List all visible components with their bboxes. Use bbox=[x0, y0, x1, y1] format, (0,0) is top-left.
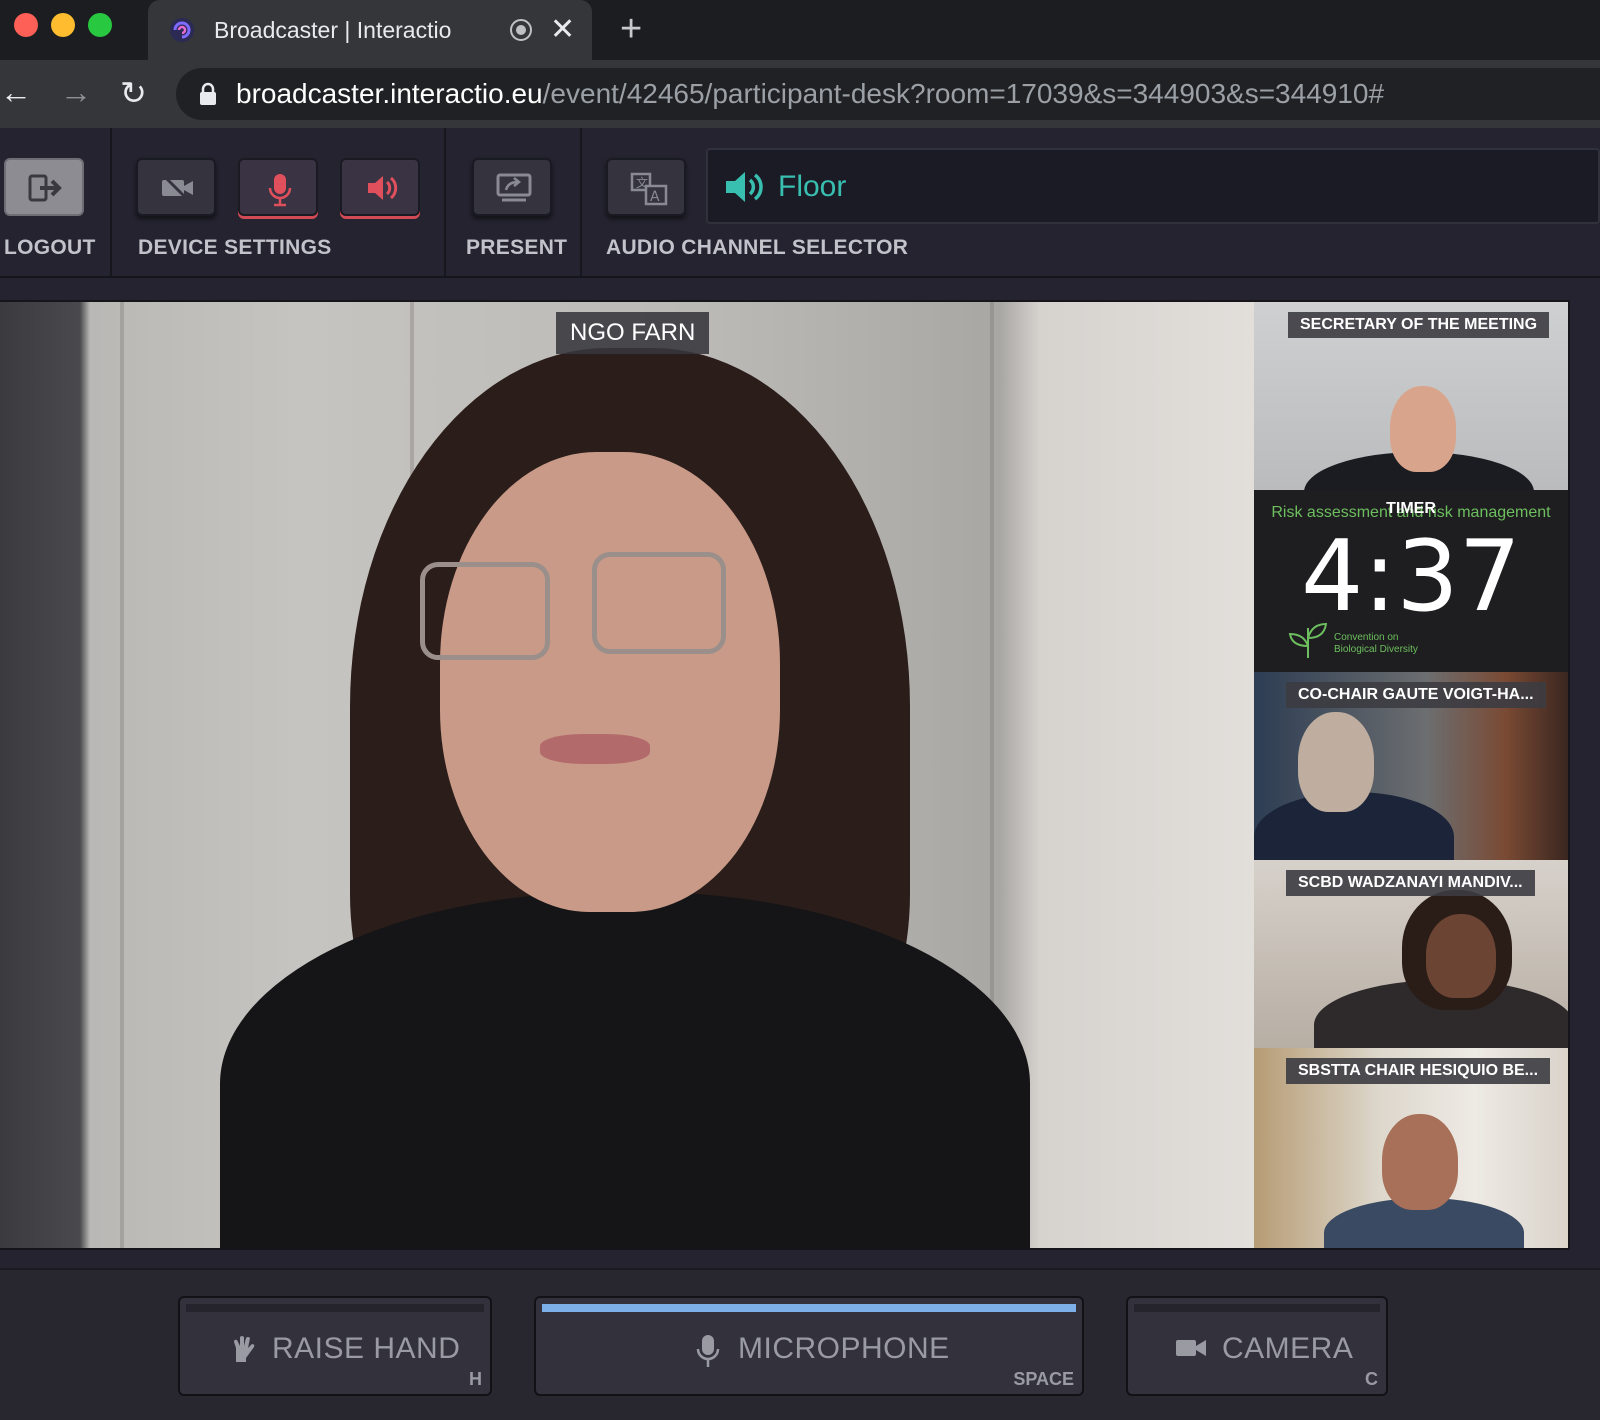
interactio-logo-icon bbox=[170, 18, 194, 42]
participant-tile[interactable]: CO-CHAIR GAUTE VOIGT-HA... bbox=[1254, 672, 1568, 860]
url-path: /event/42465/participant-desk?room=17039… bbox=[542, 78, 1385, 109]
main-speaker-video[interactable]: NGO FARN bbox=[0, 302, 1254, 1248]
close-window-button[interactable] bbox=[14, 13, 38, 37]
microphone-icon bbox=[268, 174, 292, 207]
screen-share-icon bbox=[496, 173, 532, 202]
participant-tile[interactable]: SECRETARY OF THE MEETING bbox=[1254, 302, 1568, 490]
glasses-left bbox=[420, 562, 550, 660]
speaker-face bbox=[440, 452, 780, 912]
translate-icon: 文 A bbox=[630, 172, 668, 206]
minimize-window-button[interactable] bbox=[51, 13, 75, 37]
cbd-logo-text: Convention on Biological Diversity bbox=[1334, 632, 1418, 655]
participant-tile[interactable]: SBSTTA CHAIR HESIQUIO BE... bbox=[1254, 1048, 1568, 1248]
camera-shortcut: C bbox=[1365, 1369, 1378, 1389]
back-arrow-icon[interactable]: ← bbox=[0, 74, 32, 111]
microphone-shortcut: SPACE bbox=[1013, 1369, 1074, 1389]
participant-head bbox=[1426, 914, 1496, 998]
url-host: broadcaster.interactio.eu bbox=[236, 78, 543, 109]
url-text: broadcaster.interactio.eu/event/42465/pa… bbox=[236, 78, 1384, 110]
participant-head bbox=[1298, 712, 1374, 812]
raise-hand-label: RAISE HAND bbox=[272, 1332, 461, 1365]
audio-channel-selector[interactable]: Floor bbox=[706, 148, 1600, 224]
timer-tile: Risk assessment and risk management TIME… bbox=[1254, 490, 1568, 672]
toolbar-divider bbox=[580, 128, 582, 276]
raise-hand-indicator bbox=[186, 1304, 484, 1312]
logout-button[interactable] bbox=[4, 158, 84, 216]
app-toolbar: LOGOUT DEVICE SETTINGS PRESENT 文 A AUDIO… bbox=[0, 128, 1600, 278]
new-tab-icon[interactable]: + bbox=[620, 8, 642, 51]
microphone-button[interactable]: MICROPHONE SPACE bbox=[534, 1296, 1084, 1396]
logout-icon bbox=[28, 174, 62, 202]
camera-indicator bbox=[1134, 1304, 1380, 1312]
action-bar: RAISE HAND H MICROPHONE SPACE CAMERA C bbox=[0, 1268, 1600, 1420]
close-tab-icon[interactable]: ✕ bbox=[550, 12, 575, 47]
audio-channel-label: AUDIO CHANNEL SELECTOR bbox=[606, 236, 909, 259]
participant-head bbox=[1382, 1114, 1458, 1210]
participant-name-tag: SCBD WADZANAYI MANDIV... bbox=[1286, 870, 1535, 896]
participant-sidebar: SECRETARY OF THE MEETING Risk assessment… bbox=[1254, 302, 1568, 1248]
microphone-icon bbox=[696, 1335, 720, 1367]
camera-button[interactable]: CAMERA C bbox=[1126, 1296, 1388, 1396]
video-camera-icon bbox=[1176, 1340, 1206, 1356]
forward-arrow-icon[interactable]: → bbox=[60, 74, 92, 111]
channel-name: Floor bbox=[778, 170, 847, 203]
glasses-right bbox=[592, 552, 726, 654]
video-stage: NGO FARN SECRETARY OF THE MEETING Risk a… bbox=[0, 300, 1570, 1250]
participant-name-tag: SECRETARY OF THE MEETING bbox=[1288, 312, 1550, 338]
present-label: PRESENT bbox=[466, 236, 568, 259]
cbd-leaf-logo-icon bbox=[1288, 622, 1328, 658]
svg-text:A: A bbox=[650, 189, 660, 205]
translation-button[interactable]: 文 A bbox=[606, 158, 686, 216]
speaker-volume-icon bbox=[726, 172, 763, 202]
speaker-body bbox=[220, 892, 1030, 1248]
recording-indicator-icon bbox=[510, 19, 532, 41]
browser-tab-bar: Broadcaster | Interactio ✕ + bbox=[0, 0, 1600, 60]
background-detail bbox=[120, 302, 124, 1248]
toolbar-divider bbox=[110, 128, 112, 276]
raise-hand-shortcut: H bbox=[469, 1369, 482, 1389]
tab-title: Broadcaster | Interactio bbox=[214, 17, 452, 43]
logout-label: LOGOUT bbox=[4, 236, 96, 259]
microphone-toggle-button[interactable] bbox=[238, 158, 318, 216]
microphone-label: MICROPHONE bbox=[738, 1332, 950, 1365]
participant-tile[interactable]: SCBD WADZANAYI MANDIV... bbox=[1254, 860, 1568, 1048]
camera-off-icon bbox=[162, 174, 193, 202]
maximize-window-button[interactable] bbox=[88, 13, 112, 37]
raise-hand-button[interactable]: RAISE HAND H bbox=[178, 1296, 492, 1396]
speaker-mouth bbox=[540, 734, 650, 764]
participant-name-tag: SBSTTA CHAIR HESIQUIO BE... bbox=[1286, 1058, 1551, 1084]
microphone-active-indicator bbox=[542, 1304, 1076, 1312]
lock-icon bbox=[200, 82, 216, 105]
participant-name-tag: CO-CHAIR GAUTE VOIGT-HA... bbox=[1286, 682, 1546, 708]
camera-label: CAMERA bbox=[1222, 1332, 1354, 1365]
participant-head bbox=[1390, 386, 1456, 472]
speaker-icon bbox=[368, 176, 398, 200]
device-settings-label: DEVICE SETTINGS bbox=[138, 236, 332, 259]
raise-hand-icon bbox=[234, 1336, 255, 1362]
address-bar[interactable]: broadcaster.interactio.eu/event/42465/pa… bbox=[176, 68, 1600, 120]
speaker-name-tag: NGO FARN bbox=[556, 312, 710, 354]
browser-tab[interactable]: Broadcaster | Interactio ✕ bbox=[148, 0, 592, 60]
timer-label: TIMER bbox=[1386, 500, 1436, 517]
browser-nav-bar: ← → ↻ broadcaster.interactio.eu/event/42… bbox=[0, 60, 1600, 128]
present-button[interactable] bbox=[472, 158, 552, 216]
toolbar-divider bbox=[444, 128, 446, 276]
speaker-toggle-button[interactable] bbox=[340, 158, 420, 216]
camera-toggle-button[interactable] bbox=[136, 158, 216, 216]
reload-icon[interactable]: ↻ bbox=[120, 74, 147, 112]
